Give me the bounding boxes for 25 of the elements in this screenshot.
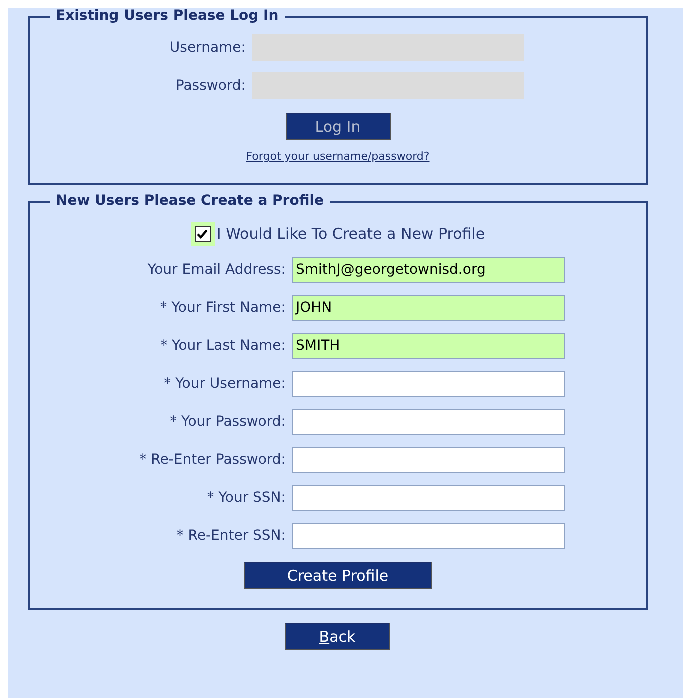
- field-label: * Your Last Name:: [160, 338, 287, 354]
- input-field[interactable]: [292, 371, 565, 397]
- input-field[interactable]: SmithJ@georgetownisd.org: [292, 257, 565, 283]
- input-field[interactable]: [292, 523, 565, 549]
- field-label: * Your Username:: [163, 376, 287, 392]
- section-title: New Users Please Create a Profile: [55, 193, 325, 210]
- field-label: Username:: [168, 40, 247, 56]
- back-button[interactable]: Back: [285, 623, 390, 650]
- field-label: * Your First Name:: [159, 300, 287, 316]
- field-label: * Re-Enter Password:: [138, 452, 287, 468]
- input-field[interactable]: SMITH: [292, 333, 565, 359]
- input-field[interactable]: [292, 485, 565, 511]
- input-field[interactable]: [292, 447, 565, 473]
- field-label: * Your SSN:: [206, 490, 287, 506]
- checkbox[interactable]: [194, 226, 211, 242]
- field-label: Password:: [174, 78, 247, 94]
- field-label: * Your Password:: [169, 414, 287, 430]
- field-label: Your Email Address:: [146, 262, 287, 278]
- section-title: Existing Users Please Log In: [55, 8, 280, 25]
- forgot-link[interactable]: Forgot your username/password?: [246, 150, 430, 163]
- create-profile-button[interactable]: Create Profile: [244, 562, 432, 589]
- input-field[interactable]: JOHN: [292, 295, 565, 321]
- input-field[interactable]: [292, 409, 565, 435]
- field-label: * Re-Enter SSN:: [176, 528, 287, 544]
- checkbox-label: I Would Like To Create a New Profile: [216, 225, 486, 243]
